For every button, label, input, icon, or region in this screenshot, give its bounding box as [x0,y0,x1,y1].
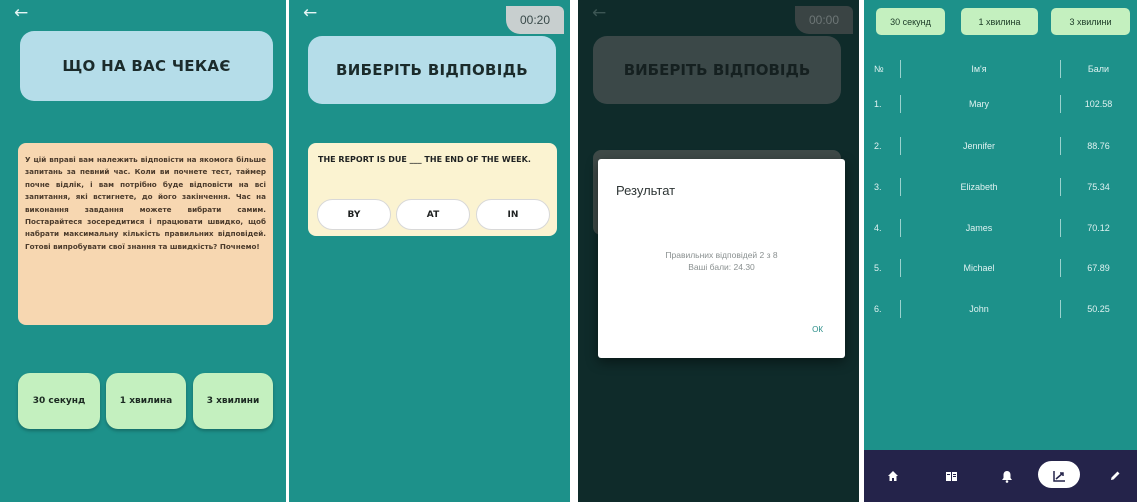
table-row: 5. Michael 67.89 [864,254,1137,282]
row-num: 3. [874,182,882,192]
table-row: 4. James 70.12 [864,214,1137,242]
page-title: ВИБЕРІТЬ ВІДПОВІДЬ [308,36,556,104]
filter-3min-button[interactable]: 3 хвилини [1051,8,1130,35]
answer-option-at[interactable]: AT [396,199,470,230]
row-score: 88.76 [1087,141,1110,151]
result-dialog: Результат Правильних відповідей 2 з 8 Ва… [598,159,845,358]
row-score: 102.58 [1084,99,1113,109]
timer-badge: 00:20 [506,6,564,34]
table-header: № Ім'я Бали [864,55,1137,83]
row-name: Jennifer [962,141,996,151]
back-arrow-icon[interactable]: ← [303,5,317,22]
duration-3min-button[interactable]: 3 хвилини [193,373,273,429]
answer-option-by[interactable]: BY [317,199,391,230]
book-icon[interactable] [934,450,968,502]
pencil-icon[interactable] [1098,450,1132,502]
header-name: Ім'я [971,64,987,74]
home-icon[interactable] [876,450,910,502]
correct-answers-text: Правильних відповідей 2 з 8 [665,250,778,260]
table-row: 2. Jennifer 88.76 [864,132,1137,160]
intro-text: У цій вправі вам належить відповісти на … [18,143,273,325]
page-title: ВИБЕРІТЬ ВІДПОВІДЬ [593,36,841,104]
table-row: 3. Elizabeth 75.34 [864,173,1137,201]
row-name: Michael [963,263,995,273]
row-num: 1. [874,99,882,109]
dialog-message: Правильних відповідей 2 з 8 Ваші бали: 2… [598,249,845,273]
header-score: Бали [1087,64,1110,74]
row-score: 67.89 [1087,263,1110,273]
bottom-nav [864,450,1137,502]
row-score: 50.25 [1087,304,1110,314]
leaderboard-screen: 30 секунд 1 хвилина 3 хвилини № Ім'я Бал… [864,0,1137,502]
timer-badge: 00:00 [795,6,853,34]
result-screen: ← 00:00 ВИБЕРІТЬ ВІДПОВІДЬ Результат Пра… [578,0,859,502]
filter-1min-button[interactable]: 1 хвилина [961,8,1038,35]
score-text: Ваші бали: 24.30 [688,262,755,272]
back-arrow-icon[interactable]: ← [14,5,28,22]
table-row: 6. John 50.25 [864,295,1137,323]
row-num: 2. [874,141,882,151]
row-name: Mary [969,99,989,109]
duration-1min-button[interactable]: 1 хвилина [106,373,186,429]
filter-30s-button[interactable]: 30 секунд [876,8,945,35]
chart-icon[interactable] [1042,450,1076,502]
row-num: 5. [874,263,882,273]
row-name: Elizabeth [960,182,998,192]
dialog-title: Результат [616,183,676,198]
row-name: James [965,223,993,233]
question-text: THE REPORT IS DUE ___ THE END OF THE WEE… [318,155,531,164]
question-card: THE REPORT IS DUE ___ THE END OF THE WEE… [308,143,557,236]
question-screen: ← 00:20 ВИБЕРІТЬ ВІДПОВІДЬ THE REPORT IS… [289,0,570,502]
table-row: 1. Mary 102.58 [864,90,1137,118]
ok-button[interactable]: ОК [812,325,823,334]
row-num: 4. [874,223,882,233]
duration-30s-button[interactable]: 30 секунд [18,373,100,429]
back-arrow-icon: ← [592,3,607,23]
header-num: № [874,64,884,74]
intro-screen: ← ЩО НА ВАС ЧЕКАЄ У цій вправі вам належ… [0,0,286,502]
bell-icon[interactable] [990,450,1024,502]
page-title: ЩО НА ВАС ЧЕКАЄ [20,31,273,101]
row-score: 75.34 [1087,182,1110,192]
answer-option-in[interactable]: IN [476,199,550,230]
row-num: 6. [874,304,882,314]
row-score: 70.12 [1087,223,1110,233]
row-name: John [969,304,989,314]
